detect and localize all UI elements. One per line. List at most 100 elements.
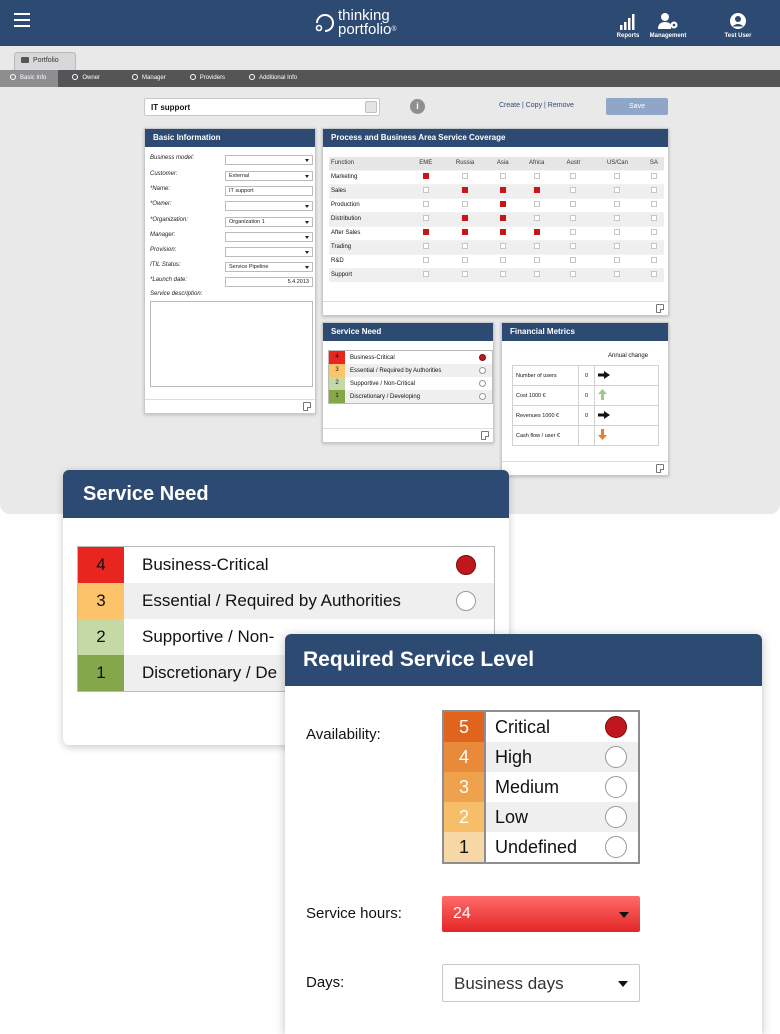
management-button[interactable]: Management: [636, 8, 700, 39]
coverage-checkbox[interactable]: [650, 187, 657, 193]
coverage-checkbox[interactable]: [533, 271, 540, 278]
radio-button[interactable]: [605, 776, 627, 798]
coverage-checkbox[interactable]: [462, 229, 469, 235]
coverage-checkbox[interactable]: [570, 201, 577, 207]
coverage-checkbox[interactable]: [614, 229, 621, 235]
service-need-option[interactable]: 4 Business-Critical: [329, 351, 492, 364]
name-input[interactable]: IT support: [225, 186, 313, 196]
subnav-additional-info[interactable]: Additional Info: [235, 70, 307, 87]
radio-button[interactable]: [456, 555, 476, 575]
customer-select[interactable]: External: [225, 171, 313, 181]
create-link[interactable]: Create: [499, 102, 520, 109]
availability-option[interactable]: 4 High: [444, 742, 638, 772]
coverage-checkbox[interactable]: [499, 243, 506, 249]
radio-button[interactable]: [605, 746, 627, 768]
coverage-checkbox[interactable]: [499, 229, 506, 235]
note-icon[interactable]: [303, 402, 311, 411]
coverage-checkbox[interactable]: [533, 243, 540, 249]
coverage-checkbox[interactable]: [422, 187, 429, 193]
note-icon[interactable]: [656, 464, 664, 473]
coverage-checkbox[interactable]: [533, 257, 540, 263]
info-icon[interactable]: i: [410, 99, 425, 114]
radio-button[interactable]: [479, 380, 486, 387]
coverage-checkbox[interactable]: [650, 257, 657, 263]
radio-button[interactable]: [456, 591, 476, 611]
availability-option[interactable]: 2 Low: [444, 802, 638, 832]
organization-select[interactable]: Organization 1: [225, 217, 313, 227]
itil-status-select[interactable]: Service Pipeline: [225, 262, 313, 272]
coverage-checkbox[interactable]: [422, 215, 429, 221]
coverage-checkbox[interactable]: [614, 257, 621, 263]
coverage-checkbox[interactable]: [570, 243, 577, 249]
availability-option[interactable]: 1 Undefined: [444, 832, 638, 862]
days-select[interactable]: Business days: [442, 964, 640, 1002]
coverage-checkbox[interactable]: [422, 173, 429, 179]
coverage-checkbox[interactable]: [650, 271, 657, 278]
subnav-manager[interactable]: Manager: [110, 70, 176, 87]
coverage-checkbox[interactable]: [499, 187, 506, 193]
coverage-checkbox[interactable]: [422, 257, 429, 263]
coverage-checkbox[interactable]: [462, 201, 469, 207]
coverage-checkbox[interactable]: [533, 229, 540, 235]
availability-option[interactable]: 5 Critical: [444, 712, 638, 742]
coverage-checkbox[interactable]: [533, 215, 540, 221]
service-need-option[interactable]: 3 Essential / Required by Authorities: [329, 364, 492, 377]
coverage-checkbox[interactable]: [650, 215, 657, 221]
coverage-checkbox[interactable]: [570, 229, 577, 235]
radio-button[interactable]: [605, 806, 627, 828]
note-icon[interactable]: [656, 304, 664, 313]
launch-date-input[interactable]: 5.4.2013: [225, 277, 313, 287]
coverage-checkbox[interactable]: [422, 229, 429, 235]
coverage-checkbox[interactable]: [650, 243, 657, 249]
coverage-checkbox[interactable]: [570, 257, 577, 263]
tab-portfolio[interactable]: Portfolio: [14, 52, 76, 70]
coverage-checkbox[interactable]: [570, 215, 577, 221]
coverage-checkbox[interactable]: [614, 243, 621, 249]
coverage-checkbox[interactable]: [570, 187, 577, 193]
remove-link[interactable]: Remove: [548, 102, 574, 109]
provision-select[interactable]: [225, 247, 313, 257]
coverage-checkbox[interactable]: [499, 201, 506, 207]
coverage-checkbox[interactable]: [614, 271, 621, 278]
service-select[interactable]: IT support: [144, 98, 380, 116]
user-menu-button[interactable]: Test User: [706, 8, 770, 39]
note-icon[interactable]: [481, 431, 489, 440]
owner-select[interactable]: [225, 201, 313, 211]
service-need-option[interactable]: 2 Supportive / Non-Critical: [329, 377, 492, 390]
manager-select[interactable]: [225, 232, 313, 242]
save-button[interactable]: Save: [606, 98, 668, 115]
coverage-checkbox[interactable]: [422, 201, 429, 207]
coverage-checkbox[interactable]: [499, 173, 506, 179]
coverage-checkbox[interactable]: [499, 257, 506, 263]
coverage-checkbox[interactable]: [462, 187, 469, 193]
radio-button[interactable]: [605, 836, 627, 858]
service-need-option[interactable]: 4 Business-Critical: [78, 547, 494, 583]
coverage-checkbox[interactable]: [462, 243, 469, 249]
subnav-owner[interactable]: Owner: [58, 70, 110, 87]
coverage-checkbox[interactable]: [462, 215, 469, 221]
service-need-option[interactable]: 1 Discretionary / Developing: [329, 390, 492, 403]
business-model-select[interactable]: [225, 155, 313, 165]
coverage-checkbox[interactable]: [614, 173, 621, 179]
coverage-checkbox[interactable]: [422, 243, 429, 249]
coverage-checkbox[interactable]: [650, 201, 657, 207]
hamburger-menu-icon[interactable]: [14, 13, 30, 27]
subnav-providers[interactable]: Providers: [176, 70, 235, 87]
coverage-checkbox[interactable]: [533, 173, 540, 179]
radio-button[interactable]: [605, 716, 627, 738]
coverage-checkbox[interactable]: [650, 173, 657, 179]
service-hours-select[interactable]: 24: [442, 896, 640, 932]
radio-button[interactable]: [479, 367, 486, 374]
coverage-checkbox[interactable]: [533, 201, 540, 207]
coverage-checkbox[interactable]: [422, 271, 429, 278]
radio-button[interactable]: [479, 393, 486, 400]
coverage-checkbox[interactable]: [614, 215, 621, 221]
coverage-checkbox[interactable]: [570, 271, 577, 278]
radio-button[interactable]: [479, 354, 486, 361]
coverage-checkbox[interactable]: [533, 187, 540, 193]
coverage-checkbox[interactable]: [614, 187, 621, 193]
coverage-checkbox[interactable]: [462, 173, 469, 179]
copy-link[interactable]: Copy: [526, 102, 542, 109]
coverage-checkbox[interactable]: [499, 215, 506, 221]
coverage-checkbox[interactable]: [614, 201, 621, 207]
